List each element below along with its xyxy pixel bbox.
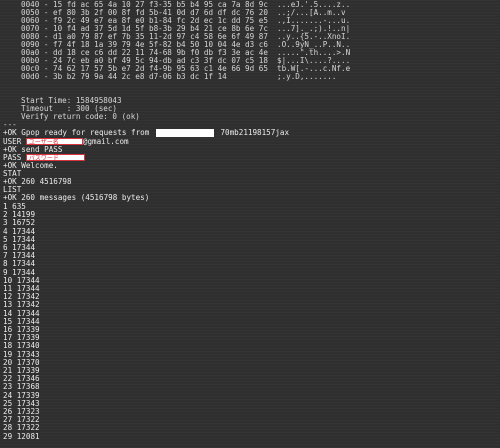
message-size: 12081 <box>16 431 40 441</box>
verify-return-line: Verify return code: 0 (ok) <box>21 112 140 121</box>
message-number: 29 <box>3 431 13 441</box>
redacted-ip-box <box>155 129 214 137</box>
hexdump-dash: - <box>39 72 54 81</box>
list-response-line: +OK 260 messages (4516798 bytes) <box>3 193 150 202</box>
username-redaction-box: ユーザー名 <box>25 138 83 146</box>
pop-ready-text: +OK Gpop ready for requests from <box>3 128 150 137</box>
hexdump-hex: 3b b2 79 9a 44 2c e8 d7-06 b3 dc 1f 14 <box>53 72 227 81</box>
hexdump-ascii: ;.y.D,....... <box>277 72 337 81</box>
hexdump-offset: 00d0 <box>21 72 40 81</box>
pop-ready-line: +OK Gpop ready for requests from 70mb211… <box>3 129 289 137</box>
password-redaction-box: パスワード <box>25 154 85 162</box>
hexdump-row: 00d0 - 3b b2 79 9a 44 2c e8 d7-06 b3 dc … <box>3 72 336 81</box>
terminal-output[interactable]: 0040 - 15 fd ac 65 4a 10 27 f3-35 b5 b4 … <box>0 0 500 448</box>
user-domain: @gmail.com <box>82 137 129 146</box>
message-row: 29 12081 <box>3 431 40 441</box>
pop-ready-suffix: 70mb21198157jax <box>220 128 290 137</box>
